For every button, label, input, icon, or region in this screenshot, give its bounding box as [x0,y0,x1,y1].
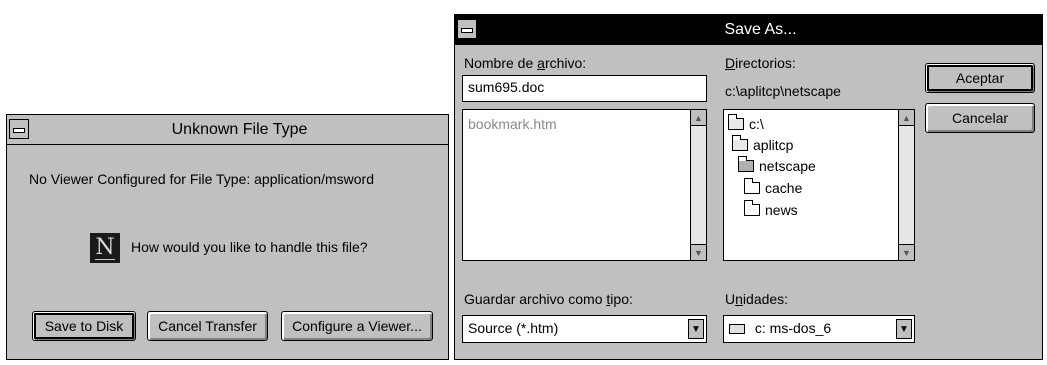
logo-letter: N [95,234,115,260]
save-type-select[interactable]: Source (*.htm) ▼ [462,315,707,343]
folder-icon [743,178,760,194]
dialog-title: Save As... [724,21,797,38]
scroll-up-arrow-icon[interactable]: ▲ [899,110,914,126]
cancelar-button[interactable]: Cancelar [925,103,1035,133]
scroll-up-arrow-icon[interactable]: ▲ [691,110,706,126]
directory-item-selected[interactable]: netscape [737,156,816,174]
netscape-logo-icon: N [90,233,120,263]
system-menu-icon[interactable] [9,119,29,139]
aceptar-button[interactable]: Aceptar [925,63,1035,93]
drive-select[interactable]: c: ms-dos_6 ▼ [723,315,915,343]
dropdown-arrow-icon[interactable]: ▼ [896,319,912,339]
open-folder-icon [727,114,744,130]
filename-value: sum695.doc [468,79,545,95]
save-as-dialog: Save As... Nombre de archivo: sum695.doc… [454,14,1043,360]
filename-input[interactable]: sum695.doc [462,75,707,102]
folder-icon [743,200,760,216]
directory-item[interactable]: c:\ [727,114,764,132]
drives-label: Unidades: [725,291,789,307]
file-list-scrollbar[interactable]: ▲ ▼ [690,110,706,260]
file-list[interactable]: bookmark.htm ▲ ▼ [462,109,707,261]
dialog-title: Unknown File Type [171,120,308,138]
file-list-item[interactable]: bookmark.htm [468,116,557,132]
filename-label: Nombre de archivo: [464,55,587,71]
unknown-file-type-dialog: Unknown File Type No Viewer Configured f… [6,114,449,360]
current-path: c:\aplitcp\netscape [725,83,841,99]
system-menu-icon[interactable] [457,19,477,39]
scroll-down-arrow-icon[interactable]: ▼ [899,244,914,260]
no-viewer-message: No Viewer Configured for File Type: appl… [29,171,374,187]
configure-viewer-button[interactable]: Configure a Viewer... [281,311,433,341]
title-bar[interactable]: Unknown File Type [7,115,448,145]
directory-item[interactable]: news [743,200,798,218]
directory-list[interactable]: c:\ aplitcp netscape cache news ▲ ▼ [723,109,915,261]
directory-list-scrollbar[interactable]: ▲ ▼ [898,110,914,260]
directory-item[interactable]: aplitcp [731,135,793,153]
drive-icon [729,324,745,335]
scroll-down-arrow-icon[interactable]: ▼ [691,244,706,260]
title-bar[interactable]: Save As... [455,15,1042,45]
directory-item[interactable]: cache [743,178,802,196]
cancel-transfer-button[interactable]: Cancel Transfer [147,311,268,341]
dropdown-arrow-icon[interactable]: ▼ [688,319,704,339]
drive-value: c: ms-dos_6 [754,320,832,336]
save-type-label: Guardar archivo como tipo: [464,291,633,307]
open-folder-icon [737,156,754,172]
save-type-value: Source (*.htm) [468,320,559,336]
save-to-disk-button[interactable]: Save to Disk [32,311,136,341]
directories-label: Directorios: [725,55,796,71]
open-folder-icon [731,135,748,151]
handle-question: How would you like to handle this file? [131,239,368,255]
